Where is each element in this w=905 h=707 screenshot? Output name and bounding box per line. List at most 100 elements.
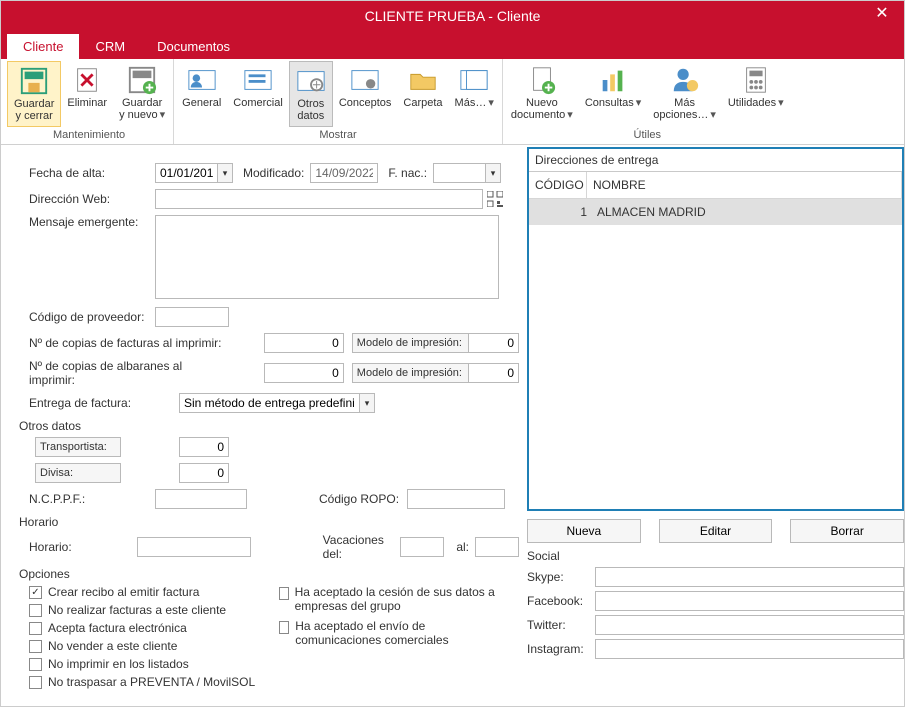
check-no-facturas[interactable]: No realizar facturas a este cliente — [29, 603, 279, 617]
general-button[interactable]: General — [176, 61, 227, 127]
copias-albaranes-label: Nº de copias de albaranes al imprimir: — [29, 359, 228, 387]
check-acepta-efactura[interactable]: Acepta factura electrónica — [29, 621, 279, 635]
mas-opciones-button[interactable]: Más opciones…▾ — [647, 61, 722, 127]
qr-icon[interactable] — [487, 191, 503, 207]
conceptos-icon — [350, 65, 380, 95]
horario-label: Horario: — [29, 540, 137, 554]
mas-button[interactable]: Más…▾ — [449, 61, 500, 127]
conceptos-button[interactable]: Conceptos — [333, 61, 398, 127]
vacaciones-al-input[interactable] — [475, 537, 519, 557]
fecha-alta-input[interactable]: ▾ — [155, 163, 233, 183]
tab-documentos[interactable]: Documentos — [141, 34, 246, 59]
nueva-button[interactable]: Nueva — [527, 519, 641, 543]
tab-cliente[interactable]: Cliente — [7, 34, 79, 59]
instagram-label: Instagram: — [527, 642, 595, 656]
chevron-down-icon[interactable]: ▾ — [485, 163, 501, 183]
entrega-factura-label: Entrega de factura: — [29, 396, 179, 410]
direcciones-title: Direcciones de entrega — [529, 149, 902, 172]
transportista-input[interactable] — [179, 437, 229, 457]
ribbon-group-mantenimiento: Mantenimiento — [7, 127, 171, 143]
chevron-down-icon[interactable]: ▾ — [217, 163, 233, 183]
otros-datos-button[interactable]: Otros datos — [289, 61, 333, 127]
instagram-input[interactable] — [595, 639, 904, 659]
save-new-icon — [127, 65, 157, 95]
person-card-icon — [187, 65, 217, 95]
cell-codigo: 1 — [535, 205, 593, 219]
fnac-label: F. nac.: — [388, 166, 427, 180]
ncppf-label: N.C.P.P.F.: — [29, 492, 155, 506]
modelo-impresion-fact-value[interactable] — [469, 333, 519, 353]
otros-datos-icon — [296, 66, 326, 96]
col-codigo[interactable]: CÓDIGO — [529, 172, 587, 198]
carpeta-button[interactable]: Carpeta — [397, 61, 448, 127]
opciones-heading: Opciones — [19, 567, 519, 581]
borrar-button[interactable]: Borrar — [790, 519, 904, 543]
check-crear-recibo[interactable]: Crear recibo al emitir factura — [29, 585, 279, 599]
ncppf-input[interactable] — [155, 489, 247, 509]
chevron-down-icon[interactable]: ▾ — [359, 393, 375, 413]
codigo-proveedor-input[interactable] — [155, 307, 229, 327]
cell-nombre: ALMACEN MADRID — [593, 205, 896, 219]
check-cesion-datos[interactable]: Ha aceptado la cesión de sus datos a emp… — [279, 585, 509, 613]
utilidades-button[interactable]: Utilidades▾ — [722, 61, 790, 127]
mensaje-emergente-label: Mensaje emergente: — [29, 215, 155, 229]
check-no-imprimir[interactable]: No imprimir en los listados — [29, 657, 279, 671]
copias-albaranes-input[interactable] — [264, 363, 344, 383]
direcciones-grid: Direcciones de entrega CÓDIGO NOMBRE 1 A… — [527, 147, 904, 511]
check-no-vender[interactable]: No vender a este cliente — [29, 639, 279, 653]
horario-heading: Horario — [19, 515, 519, 529]
vacaciones-al-label: al: — [456, 540, 469, 554]
nuevo-documento-button[interactable]: Nuevo documento▾ — [505, 61, 579, 127]
ribbon-group-mostrar: Mostrar — [176, 127, 500, 143]
delete-button[interactable]: Eliminar — [61, 61, 113, 127]
editar-button[interactable]: Editar — [659, 519, 773, 543]
ribbon: Guardar y cerrar Eliminar Guardar y nuev… — [1, 59, 904, 145]
direccion-web-label: Dirección Web: — [29, 192, 155, 206]
save-new-button[interactable]: Guardar y nuevo▾ — [113, 61, 171, 127]
mensaje-emergente-input[interactable] — [155, 215, 499, 299]
codigo-ropo-label: Código ROPO: — [319, 492, 399, 506]
modelo-impresion-fact-button[interactable]: Modelo de impresión: — [352, 333, 469, 353]
entrega-factura-select[interactable]: ▾ — [179, 393, 375, 413]
window-title: CLIENTE PRUEBA - Cliente — [365, 8, 541, 24]
skype-input[interactable] — [595, 567, 904, 587]
transportista-button[interactable]: Transportista: — [35, 437, 121, 457]
ribbon-group-utiles: Útiles — [505, 127, 790, 143]
tab-crm[interactable]: CRM — [79, 34, 141, 59]
save-close-button[interactable]: Guardar y cerrar — [7, 61, 61, 127]
horario-input[interactable] — [137, 537, 251, 557]
twitter-label: Twitter: — [527, 618, 595, 632]
check-envio-comercial[interactable]: Ha aceptado el envío de comunicaciones c… — [279, 619, 509, 647]
facebook-label: Facebook: — [527, 594, 595, 608]
codigo-proveedor-label: Código de proveedor: — [29, 310, 155, 324]
table-row[interactable]: 1 ALMACEN MADRID — [529, 199, 902, 225]
delete-icon — [72, 65, 102, 95]
modelo-impresion-alb-button[interactable]: Modelo de impresión: — [352, 363, 469, 383]
fecha-alta-label: Fecha de alta: — [29, 166, 155, 180]
copias-facturas-input[interactable] — [264, 333, 344, 353]
mas-icon — [459, 65, 489, 95]
save-close-icon — [19, 66, 49, 96]
new-document-icon — [527, 65, 557, 95]
otros-datos-heading: Otros datos — [19, 419, 519, 433]
skype-label: Skype: — [527, 570, 595, 584]
modificado-input — [310, 163, 378, 183]
codigo-ropo-input[interactable] — [407, 489, 505, 509]
vacaciones-del-input[interactable] — [400, 537, 444, 557]
vacaciones-label: Vacaciones del: — [323, 533, 395, 561]
folder-icon — [408, 65, 438, 95]
modelo-impresion-alb-value[interactable] — [469, 363, 519, 383]
fnac-input[interactable]: ▾ — [433, 163, 501, 183]
comercial-button[interactable]: Comercial — [227, 61, 289, 127]
social-heading: Social — [527, 549, 904, 563]
divisa-input[interactable] — [179, 463, 229, 483]
direccion-web-input[interactable] — [155, 189, 483, 209]
close-button[interactable]: ✕ — [868, 3, 896, 23]
facebook-input[interactable] — [595, 591, 904, 611]
col-nombre[interactable]: NOMBRE — [587, 172, 902, 198]
twitter-input[interactable] — [595, 615, 904, 635]
check-no-preventa[interactable]: No traspasar a PREVENTA / MovilSOL — [29, 675, 279, 689]
consultas-button[interactable]: Consultas▾ — [579, 61, 647, 127]
calculator-icon — [741, 65, 771, 95]
divisa-button[interactable]: Divisa: — [35, 463, 121, 483]
